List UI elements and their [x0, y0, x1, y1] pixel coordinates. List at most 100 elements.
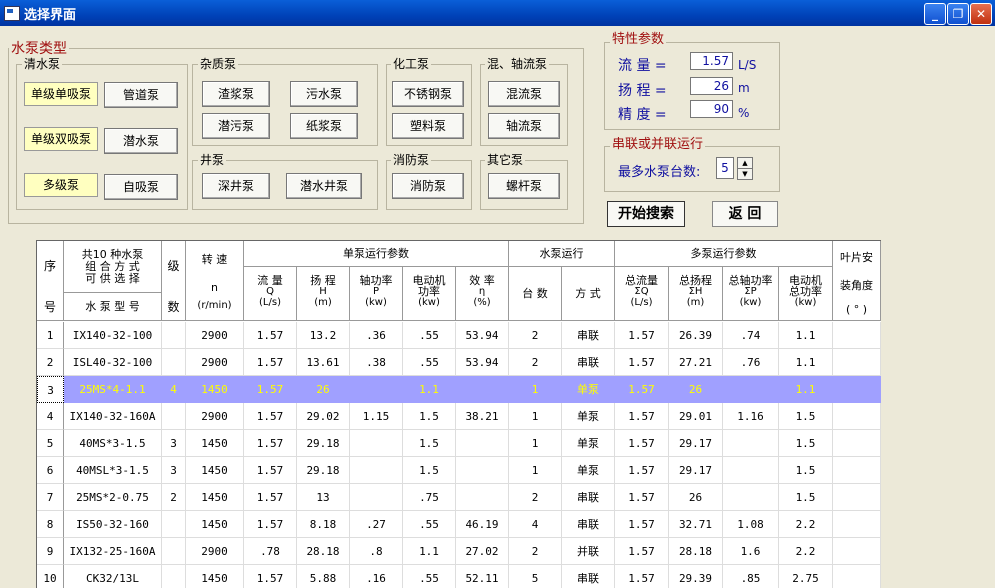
cell-q: 1.57: [244, 511, 297, 538]
cell-p: .36: [350, 322, 403, 349]
cell-th: 28.18: [669, 538, 723, 565]
cell-th: 26: [669, 484, 723, 511]
cell-tm: 1.1: [779, 322, 833, 349]
table-row[interactable]: 3 25MS*4-1.1 4 1450 1.57 26 1.1 1 单泵 1.57 26 1.1: [37, 376, 881, 403]
cell-tm: 2.2: [779, 538, 833, 565]
results-table[interactable]: 序 号 共10 种水泵 组 合 方 式 可 供 选 择 水 泵 型 号 级 数 …: [36, 240, 881, 588]
cell-model: IX132-25-160A: [64, 538, 162, 565]
cell-th: 26: [669, 376, 723, 403]
cell-e: 46.19: [456, 511, 509, 538]
header-flow: 流 量 Q (L/s): [244, 267, 297, 321]
cell-e: 38.21: [456, 403, 509, 430]
pipeline-pump-button[interactable]: 管道泵: [104, 82, 178, 108]
stainless-pump-button[interactable]: 不锈钢泵: [392, 81, 464, 107]
table-row[interactable]: 7 25MS*2-0.75 2 1450 1.57 13.75 2 串联 1.57 26 1.5: [37, 484, 881, 511]
cell-m: 1.1: [403, 538, 456, 565]
cell-tq: 1.57: [615, 565, 669, 588]
cell-q: 1.57: [244, 565, 297, 588]
cell-n: 1: [509, 430, 562, 457]
cell-m: 1.5: [403, 430, 456, 457]
submersible-well-button[interactable]: 潜水井泵: [286, 173, 362, 199]
cell-tm: 1.5: [779, 484, 833, 511]
table-row[interactable]: 4 IX140-32-160A 2900 1.57 29.02 1.15 1.5 38.21 1…: [37, 403, 881, 430]
cell-n: 2: [509, 322, 562, 349]
header-head: 扬 程 H (m): [297, 267, 350, 321]
deep-well-button[interactable]: 深井泵: [202, 173, 270, 199]
cell-e: 27.02: [456, 538, 509, 565]
cell-tm: 1.1: [779, 376, 833, 403]
table-row[interactable]: 8 IS50-32-160 1450 1.57 8.18.27.55 46.19 4 串联 1.…: [37, 511, 881, 538]
cell-speed: 1450: [186, 484, 244, 511]
title-bar: 选择界面 _ ❐ ✕: [0, 0, 995, 26]
flow-input[interactable]: 1.57: [690, 52, 733, 70]
spin-down-icon[interactable]: ▼: [737, 168, 753, 180]
cell-mode: 并联: [562, 538, 615, 565]
table-row[interactable]: 10 CK32/13L 1450 1.57 5.88.16.55 52.11 5 串联 1.57…: [37, 565, 881, 588]
cell-n: 5: [509, 565, 562, 588]
table-row[interactable]: 2 ISL40-32-100 2900 1.57 13.61.38.55 53.94 2 串联…: [37, 349, 881, 376]
close-button[interactable]: ✕: [970, 3, 992, 25]
cell-e: [456, 457, 509, 484]
cell-speed: 1450: [186, 376, 244, 403]
params-title: 特性参数: [610, 32, 667, 47]
self-priming-pump-button[interactable]: 自吸泵: [104, 174, 178, 200]
cell-tq: 1.57: [615, 349, 669, 376]
table-row[interactable]: 6 40MSL*3-1.5 3 1450 1.57 29.18 1.5 1 单泵 1.57 29.1…: [37, 457, 881, 484]
cell-p: [350, 457, 403, 484]
cell-h: 28.18: [297, 538, 350, 565]
head-input[interactable]: 26: [690, 77, 733, 95]
table-row[interactable]: 9 IX132-25-160A 2900.78 28.18.8 1.1 27.02 2 并联 1…: [37, 538, 881, 565]
header-seq: 序 号: [37, 241, 64, 321]
cell-angle: [833, 403, 881, 430]
cell-m: .55: [403, 565, 456, 588]
cell-stage: [162, 511, 186, 538]
double-suction-button[interactable]: 单级双吸泵: [24, 127, 98, 151]
table-row[interactable]: 5 40MS*3-1.5 3 1450 1.57 29.18 1.5 1 单泵 1.57 29.17…: [37, 430, 881, 457]
header-total-flow: 总流量 ΣQ (L/s): [615, 267, 669, 321]
search-button[interactable]: 开始搜索: [607, 201, 685, 227]
max-pumps-input[interactable]: 5: [716, 157, 734, 179]
cell-angle: [833, 457, 881, 484]
maximize-button[interactable]: ❐: [947, 3, 969, 25]
minimize-button[interactable]: _: [924, 3, 946, 25]
paper-pulp-button[interactable]: 纸浆泵: [290, 113, 358, 139]
cell-n: 1: [509, 376, 562, 403]
cell-n: 2: [509, 538, 562, 565]
cell-speed: 1450: [186, 430, 244, 457]
chemical-label: 化工泵: [391, 57, 432, 71]
back-button[interactable]: 返 回: [712, 201, 778, 227]
header-multi-params: 多泵运行参数: [615, 241, 833, 267]
cell-model: IS50-32-160: [64, 511, 162, 538]
head-label: 扬 程 =: [618, 83, 667, 99]
cell-tq: 1.57: [615, 430, 669, 457]
sewage-pump-button[interactable]: 污水泵: [290, 81, 358, 107]
cell-speed: 1450: [186, 511, 244, 538]
cell-seq: 7: [37, 484, 64, 511]
table-row[interactable]: 1 IX140-32-100 2900 1.57 13.2.36.55 53.94 2 串联 1…: [37, 322, 881, 349]
axial-flow-button[interactable]: 轴流泵: [488, 113, 560, 139]
cell-speed: 2900: [186, 322, 244, 349]
mixed-flow-button[interactable]: 混流泵: [488, 81, 560, 107]
cell-tp: [723, 430, 779, 457]
slurry-pump-button[interactable]: 渣浆泵: [202, 81, 270, 107]
fire-pump-button[interactable]: 消防泵: [392, 173, 464, 199]
other-label: 其它泵: [485, 153, 526, 167]
precision-label: 精 度 =: [618, 107, 667, 123]
cell-angle: [833, 322, 881, 349]
cell-e: 53.94: [456, 322, 509, 349]
single-suction-button[interactable]: 单级单吸泵: [24, 82, 98, 106]
cell-p: .27: [350, 511, 403, 538]
cell-n: 2: [509, 484, 562, 511]
cell-th: 27.21: [669, 349, 723, 376]
submersible-sewage-button[interactable]: 潜污泵: [202, 113, 270, 139]
screw-pump-button[interactable]: 螺杆泵: [488, 173, 560, 199]
cell-q: 1.57: [244, 430, 297, 457]
plastic-pump-button[interactable]: 塑料泵: [392, 113, 464, 139]
submersible-pump-button[interactable]: 潜水泵: [104, 128, 178, 154]
multistage-pump-button[interactable]: 多级泵: [24, 173, 98, 197]
cell-angle: [833, 484, 881, 511]
cell-h: 13.61: [297, 349, 350, 376]
cell-p: 1.15: [350, 403, 403, 430]
cell-e: [456, 376, 509, 403]
precision-input[interactable]: 90: [690, 100, 733, 118]
